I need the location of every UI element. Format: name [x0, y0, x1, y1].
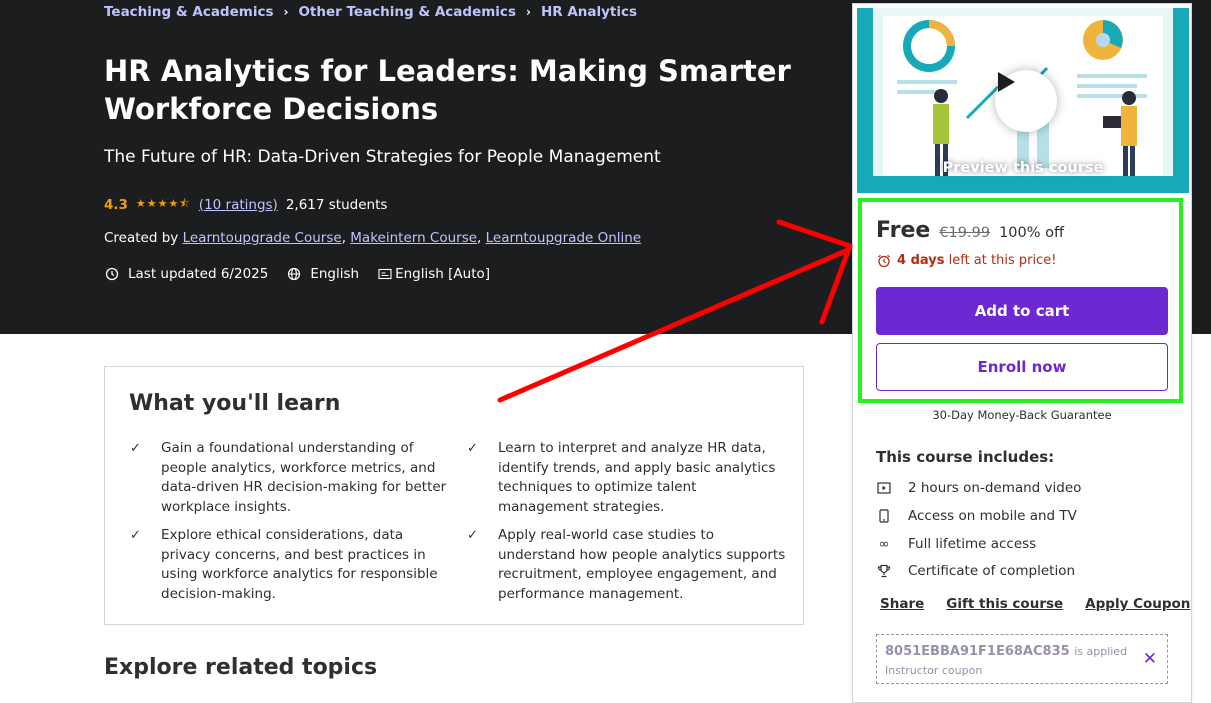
- include-text: 2 hours on-demand video: [908, 480, 1082, 496]
- coupon-code-line: 8051EBBA91F1E68AC835 is applied: [885, 644, 1127, 659]
- course-title: HR Analytics for Leaders: Making Smarter…: [104, 54, 791, 126]
- preview-label: Preview this course: [942, 160, 1104, 176]
- learn-item-text: Gain a foundational understanding of peo…: [161, 440, 447, 515]
- coupon-applied-text: is applied: [1074, 645, 1128, 658]
- course-language: English: [310, 266, 360, 282]
- captions-icon: [377, 266, 393, 282]
- last-updated: Last updated 6/2025: [128, 266, 269, 282]
- check-icon: ✓: [130, 441, 141, 456]
- instructor-link-2[interactable]: Makeintern Course: [350, 230, 477, 246]
- course-subtitle: The Future of HR: Data-Driven Strategies…: [104, 147, 661, 167]
- play-button[interactable]: [995, 70, 1057, 132]
- video-icon: [876, 482, 892, 494]
- check-icon: ✓: [467, 528, 478, 543]
- rating-row: 4.3 ★★★★⯪ (10 ratings) 2,617 students: [104, 195, 387, 214]
- learn-item: ✓ Gain a foundational understanding of p…: [130, 439, 451, 517]
- check-icon: ✓: [467, 441, 478, 456]
- explore-related-topics-heading: Explore related topics: [104, 655, 378, 680]
- breadcrumb-item-teaching[interactable]: Teaching & Academics: [104, 4, 273, 20]
- share-link[interactable]: Share: [880, 596, 924, 612]
- include-item: Certificate of completion: [876, 563, 1075, 579]
- play-icon: [998, 72, 1015, 92]
- course-meta: Last updated 6/2025 English English [Aut…: [104, 266, 490, 282]
- ratings-count-link[interactable]: (10 ratings): [199, 197, 278, 213]
- learn-item-text: Learn to interpret and analyze HR data, …: [498, 440, 776, 515]
- gift-course-link[interactable]: Gift this course: [946, 596, 1063, 612]
- instructor-link-3[interactable]: Learntoupgrade Online: [486, 230, 642, 246]
- applied-coupon: 8051EBBA91F1E68AC835 is applied Instruct…: [876, 634, 1168, 684]
- coupon-code: 8051EBBA91F1E68AC835: [885, 644, 1070, 659]
- apply-coupon-link[interactable]: Apply Coupon: [1085, 596, 1190, 612]
- close-icon[interactable]: ✕: [1143, 649, 1157, 669]
- created-by: Created by Learntoupgrade Course, Makein…: [104, 230, 642, 246]
- course-captions: English [Auto]: [395, 266, 491, 282]
- include-text: Certificate of completion: [908, 563, 1076, 579]
- infinity-icon: ∞: [878, 536, 890, 552]
- alert-clock-icon: [104, 266, 120, 282]
- what-youll-learn: What you'll learn ✓ Gain a foundational …: [104, 366, 804, 625]
- rating-value: 4.3: [104, 196, 128, 213]
- include-item: 2 hours on-demand video: [876, 480, 1081, 496]
- chevron-right-icon: ›: [283, 5, 289, 19]
- sidebar-links: Share Gift this course Apply Coupon: [880, 596, 1190, 612]
- learn-item-text: Apply real-world case studies to underst…: [498, 527, 786, 602]
- instructor-link-1[interactable]: Learntoupgrade Course: [183, 230, 342, 246]
- learn-item: ✓ Explore ethical considerations, data p…: [130, 526, 451, 604]
- breadcrumb-item-other-teaching[interactable]: Other Teaching & Academics: [298, 4, 516, 20]
- trophy-icon: [876, 564, 892, 578]
- created-by-label: Created by: [104, 230, 179, 246]
- globe-icon: [286, 266, 302, 282]
- learn-item: ✓ Learn to interpret and analyze HR data…: [467, 439, 788, 517]
- include-item: Access on mobile and TV: [876, 508, 1077, 524]
- learn-heading: What you'll learn: [129, 391, 341, 416]
- course-preview[interactable]: Preview this course: [857, 8, 1189, 193]
- check-icon: ✓: [130, 528, 141, 543]
- learn-item-text: Explore ethical considerations, data pri…: [161, 527, 438, 602]
- include-text: Access on mobile and TV: [908, 508, 1077, 524]
- learn-item: ✓ Apply real-world case studies to under…: [467, 526, 788, 604]
- breadcrumb-item-hr-analytics[interactable]: HR Analytics: [541, 4, 637, 20]
- breadcrumb: Teaching & Academics › Other Teaching & …: [104, 4, 637, 20]
- star-rating-icon: ★★★★⯪: [135, 197, 191, 210]
- money-back-guarantee: 30-Day Money-Back Guarantee: [932, 408, 1112, 422]
- chevron-right-icon: ›: [525, 5, 531, 19]
- highlight-box: [858, 198, 1183, 403]
- includes-title: This course includes:: [876, 448, 1055, 466]
- students-count: 2,617 students: [285, 196, 388, 213]
- coupon-type: Instructor coupon: [885, 664, 983, 677]
- include-text: Full lifetime access: [908, 536, 1037, 552]
- mobile-icon: [876, 509, 892, 523]
- include-item: ∞ Full lifetime access: [876, 536, 1037, 552]
